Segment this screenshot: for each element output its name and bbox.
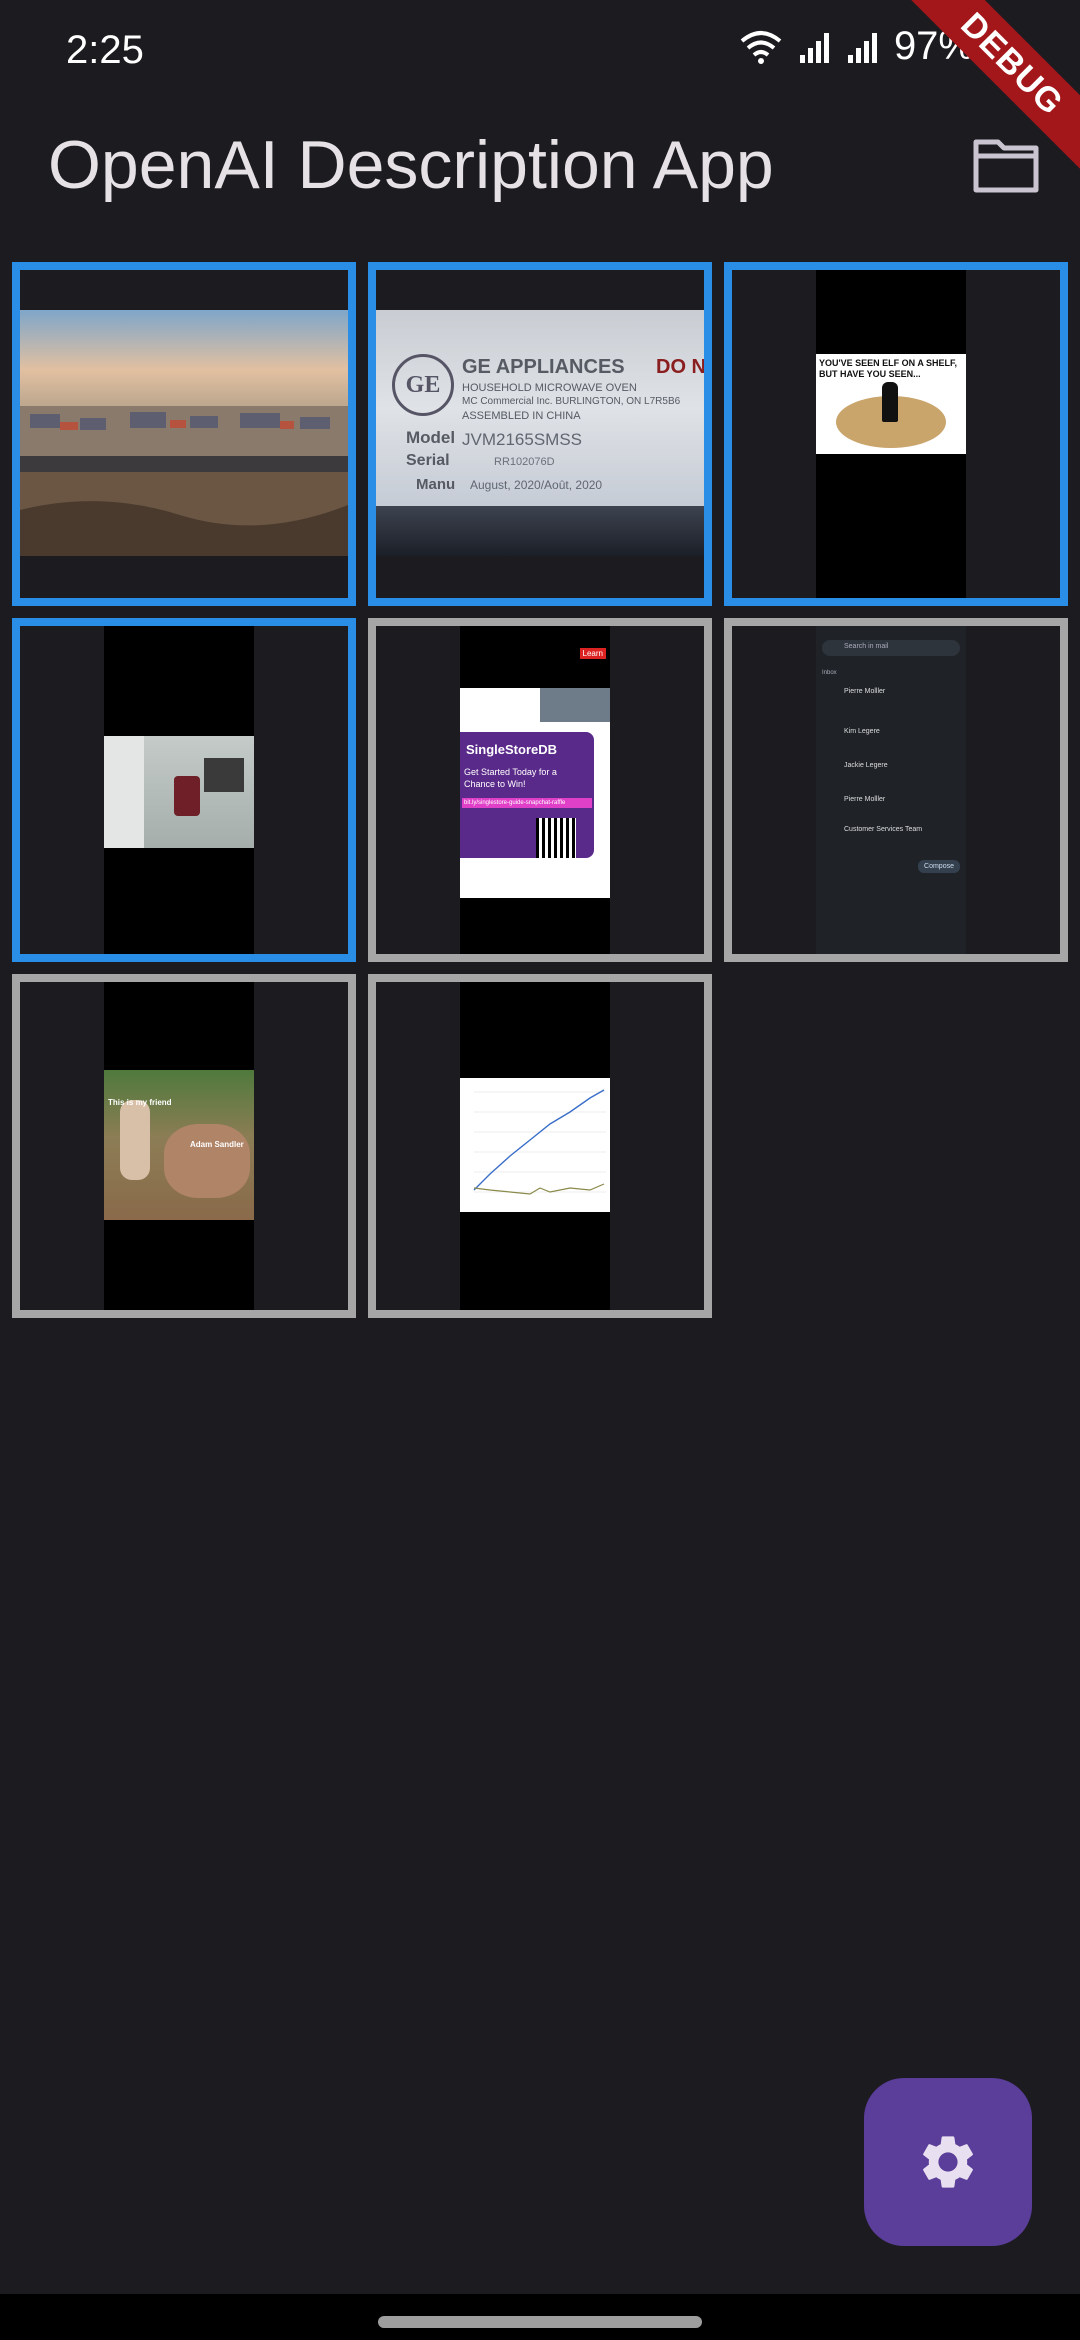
pig-photo: This is my friend Adam Sandler [104, 1070, 254, 1220]
ad-panel: SingleStoreDB Get Started Today for a Ch… [460, 688, 610, 898]
signal-icon [799, 32, 829, 63]
ad-screenshot: Learn SingleStoreDB Get Started Today fo… [460, 626, 610, 954]
caption-top: This is my friend [108, 1098, 172, 1107]
serial-key: Serial [406, 452, 450, 469]
meme-screenshot: YOU'VE SEEN ELF ON A SHELF, BUT HAVE YOU… [816, 270, 966, 598]
mail-sender-1: Pierre Molller [844, 688, 886, 695]
label-line-2: MC Commercial Inc. BURLINGTON, ON L7R5B6 [462, 396, 681, 407]
office-screenshot [104, 626, 254, 954]
ad-link: bit.ly/singlestore-guide-snapchat-raffle [462, 798, 592, 808]
label-shadow [376, 506, 704, 556]
appliance-label-photo: GE GE APPLIANCES DO N HOUSEHOLD MICROWAV… [376, 310, 704, 556]
status-time: 2:25 [66, 28, 144, 72]
image-tile-chart-screenshot[interactable] [368, 974, 712, 1318]
label-right-text: DO N [656, 356, 706, 378]
label-brand: GE APPLIANCES [462, 356, 625, 378]
mail-sender-4: Pierre Molller [844, 796, 886, 803]
label-line-3: ASSEMBLED IN CHINA [462, 410, 581, 422]
mail-search-text: Search in mail [844, 643, 889, 650]
pig-figure [164, 1124, 250, 1198]
model-key: Model [406, 428, 456, 447]
page-title: OpenAI Description App [48, 127, 774, 203]
office-monitor [204, 758, 244, 792]
folder-icon[interactable] [972, 136, 1040, 196]
ad-headline: Get Started Today for a Chance to Win! [464, 767, 557, 789]
label-line-1: HOUSEHOLD MICROWAVE OVEN [462, 382, 637, 394]
image-tile-mail-screenshot[interactable]: Search in mail Inbox Pierre Molller Kim … [724, 618, 1068, 962]
mail-compose: Compose [918, 860, 960, 873]
person-figure [120, 1100, 150, 1180]
ge-logo: GE [392, 354, 454, 416]
image-tile-appliance-label[interactable]: GE GE APPLIANCES DO N HOUSEHOLD MICROWAV… [368, 262, 712, 606]
meme-text: YOU'VE SEEN ELF ON A SHELF, BUT HAVE YOU… [819, 358, 957, 379]
meme-panel: YOU'VE SEEN ELF ON A SHELF, BUT HAVE YOU… [816, 354, 966, 454]
manu-key: Manu [416, 476, 456, 493]
manu-value: August, 2020/Août, 2020 [470, 478, 603, 492]
settings-button[interactable] [864, 2078, 1032, 2246]
learn-button: Learn [579, 648, 606, 659]
landscape-photo [20, 310, 348, 556]
vader-figure [882, 382, 898, 422]
presenter-thumbnail [540, 688, 610, 722]
office-photo [104, 736, 254, 848]
wifi-icon [740, 30, 782, 64]
mail-section: Inbox [822, 670, 837, 676]
system-nav-bar [0, 2294, 1080, 2340]
ad-card: SingleStoreDB Get Started Today for a Ch… [460, 732, 594, 858]
model-value: JVM2165SMSS [462, 430, 582, 449]
mail-sender-3: Jackie Legere [844, 762, 888, 769]
mail-search: Search in mail [822, 640, 960, 656]
caption-bottom: Adam Sandler [190, 1140, 244, 1149]
qr-code [536, 818, 576, 858]
ad-brand: SingleStoreDB [466, 742, 558, 757]
office-chair [174, 776, 200, 816]
mail-sender-5: Customer Services Team [844, 826, 923, 833]
image-tile-ad-screenshot[interactable]: Learn SingleStoreDB Get Started Today fo… [368, 618, 712, 962]
mail-sender-2: Kim Legere [844, 728, 880, 735]
home-indicator[interactable] [378, 2316, 702, 2328]
office-wall [104, 736, 144, 848]
image-tile-office-room[interactable] [12, 618, 356, 962]
serial-value: RR102076D [494, 456, 555, 468]
settings-gear-icon [923, 2136, 973, 2188]
status-bar: 2:25 97% DEBUG [0, 0, 1080, 175]
app-bar: OpenAI Description App [0, 110, 1080, 230]
chart-thumbnail [460, 1078, 610, 1212]
image-tile-meme-screenshot[interactable]: YOU'VE SEEN ELF ON A SHELF, BUT HAVE YOU… [724, 262, 1068, 606]
image-tile-pig-meme[interactable]: This is my friend Adam Sandler [12, 974, 356, 1318]
chart-screenshot [460, 982, 610, 1310]
pig-screenshot: This is my friend Adam Sandler [104, 982, 254, 1310]
image-tile-landscape[interactable] [12, 262, 356, 606]
signal-icon-2 [847, 32, 877, 63]
mail-screenshot: Search in mail Inbox Pierre Molller Kim … [816, 626, 966, 954]
